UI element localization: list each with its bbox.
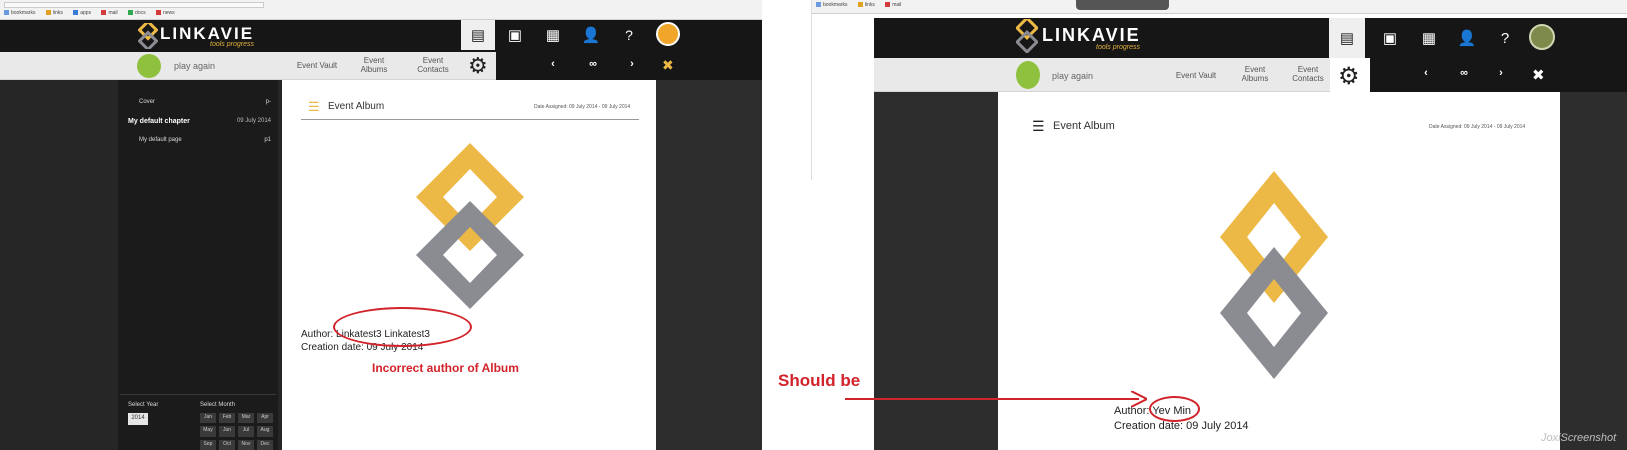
nav-event-albums[interactable]: Event Albums: [356, 56, 392, 74]
toc-page[interactable]: My default page p1: [139, 137, 271, 143]
app-header: [0, 20, 762, 52]
toc-chapter[interactable]: My default chapter 09 July 2014: [128, 118, 271, 125]
month-button[interactable]: Jun: [219, 426, 235, 437]
page-gutter-right: [1560, 92, 1627, 450]
album-cover-logo-icon: [416, 143, 524, 309]
toc-cover[interactable]: Cover p-: [139, 99, 271, 105]
address-bar[interactable]: [4, 2, 264, 8]
album-title: Event Album: [328, 101, 385, 112]
month-button[interactable]: Feb: [219, 413, 235, 424]
month-button[interactable]: Oct: [219, 439, 235, 450]
bookmark-item[interactable]: bookmarks: [816, 2, 847, 8]
help-icon[interactable]: ?: [613, 20, 645, 50]
logo-tagline: tools progress: [210, 41, 254, 48]
logo-tagline: tools progress: [1096, 44, 1140, 51]
annotation-incorrect-author: Incorrect author of Album: [372, 361, 519, 375]
album-title: Event Album: [1053, 120, 1115, 132]
grid-icon[interactable]: ▦: [537, 20, 569, 50]
grid-icon[interactable]: ▦: [1412, 18, 1446, 58]
annotation-arrow-line: [845, 398, 1139, 400]
album-icon[interactable]: ▤: [1329, 18, 1365, 58]
bookmark-item[interactable]: docs: [128, 10, 146, 16]
album-icon[interactable]: ▤: [461, 20, 495, 50]
vault-icon[interactable]: ▣: [1373, 18, 1407, 58]
logo-mark-icon: [1016, 19, 1038, 53]
highlight-ellipse: [333, 307, 472, 347]
album-cover-logo-icon: [1220, 171, 1328, 379]
next-page-button[interactable]: ›: [624, 58, 640, 70]
month-button[interactable]: Nov: [238, 439, 254, 450]
select-year-label: Select Year: [128, 402, 159, 408]
watermark: JoxiScreenshot: [1541, 432, 1617, 444]
list-icon: ☰: [1032, 118, 1045, 134]
prev-page-button[interactable]: ‹: [545, 58, 561, 70]
bookmark-item[interactable]: links: [857, 2, 875, 8]
bookmark-item[interactable]: bookmarks: [4, 10, 35, 16]
user-avatar[interactable]: [656, 22, 680, 46]
linkavie-logo[interactable]: LINKAVIE tools progress: [1016, 19, 1166, 55]
linkavie-logo[interactable]: LINKAVIE tools progress: [138, 20, 268, 50]
bookmark-item[interactable]: apps: [73, 10, 91, 16]
settings-gear-icon[interactable]: ⚙: [468, 53, 488, 79]
nav-event-contacts[interactable]: Event Contacts: [414, 56, 452, 74]
list-icon: ☰: [308, 99, 320, 114]
logo-mark-icon: [138, 23, 158, 49]
month-button[interactable]: Aug: [257, 426, 273, 437]
month-button[interactable]: May: [200, 426, 216, 437]
left-screenshot: bookmarks links apps mail docs news LINK…: [0, 0, 762, 450]
year-button[interactable]: 2014: [128, 413, 148, 425]
month-button[interactable]: Apr: [257, 413, 273, 424]
month-button[interactable]: Mar: [238, 413, 254, 424]
play-again-link[interactable]: play again: [1052, 71, 1093, 81]
vault-icon[interactable]: ▣: [499, 20, 531, 50]
title-underline: [301, 119, 639, 120]
infinite-page-button[interactable]: ∞: [1456, 67, 1472, 79]
bookmark-item[interactable]: links: [45, 10, 63, 16]
tools-icon[interactable]: ✖: [1532, 66, 1545, 84]
month-button[interactable]: Jul: [238, 426, 254, 437]
select-month-label: Select Month: [200, 402, 236, 408]
creation-line: Creation date: 09 July 2014: [1114, 420, 1249, 432]
user-avatar[interactable]: [1529, 24, 1555, 50]
browser-bookmarks-bar: bookmarks links mail: [812, 0, 1627, 14]
screenshot-composite: bookmarks links apps mail docs news LINK…: [0, 0, 1627, 450]
event-avatar[interactable]: [1016, 61, 1040, 89]
bookmark-item[interactable]: news: [156, 10, 175, 16]
month-button[interactable]: Jan: [200, 413, 216, 424]
bookmark-item[interactable]: mail: [885, 2, 901, 8]
month-button[interactable]: Sep: [200, 439, 216, 450]
right-screenshot: bookmarks links mail LINKAVIE tools prog…: [762, 0, 1627, 450]
date-assigned: Date Assigned: 09 July 2014 - 09 July 20…: [1429, 124, 1526, 130]
settings-gear-icon[interactable]: ⚙: [1338, 62, 1360, 91]
contacts-icon[interactable]: 👤: [1450, 18, 1484, 58]
annotation-arrow-head-icon: [1131, 391, 1147, 407]
next-page-button[interactable]: ›: [1493, 67, 1509, 79]
nav-event-albums[interactable]: Event Albums: [1236, 65, 1274, 83]
sidebar-divider: [120, 394, 276, 395]
nav-event-vault[interactable]: Event Vault: [290, 61, 344, 70]
month-grid: Jan Feb Mar Apr May Jun Jul Aug Sep Oct …: [200, 413, 273, 450]
help-icon[interactable]: ?: [1488, 18, 1522, 58]
page-gutter: [656, 80, 762, 450]
month-button[interactable]: Dec: [257, 439, 273, 450]
contacts-icon[interactable]: 👤: [575, 20, 607, 50]
highlight-ellipse: [1149, 396, 1200, 422]
bookmark-item[interactable]: mail: [101, 10, 118, 16]
prev-page-button[interactable]: ‹: [1418, 67, 1434, 79]
nav-event-contacts[interactable]: Event Contacts: [1288, 65, 1328, 83]
date-assigned: Date Assigned: 09 July 2014 - 09 July 20…: [534, 104, 631, 110]
annotation-should-be: Should be: [778, 371, 861, 390]
page-gutter-left: [874, 92, 998, 450]
browser-scroll-strip: [762, 0, 812, 180]
infinite-page-button[interactable]: ∞: [585, 58, 601, 70]
browser-bookmarks-bar: bookmarks links apps mail docs news: [0, 0, 762, 20]
event-avatar[interactable]: [137, 54, 161, 78]
tools-icon[interactable]: ✖: [662, 57, 674, 74]
nav-event-vault[interactable]: Event Vault: [1168, 71, 1224, 80]
play-again-link[interactable]: play again: [174, 61, 215, 71]
logo-text: LINKAVIE: [1042, 25, 1141, 45]
browser-popup-tab: [1076, 0, 1169, 10]
